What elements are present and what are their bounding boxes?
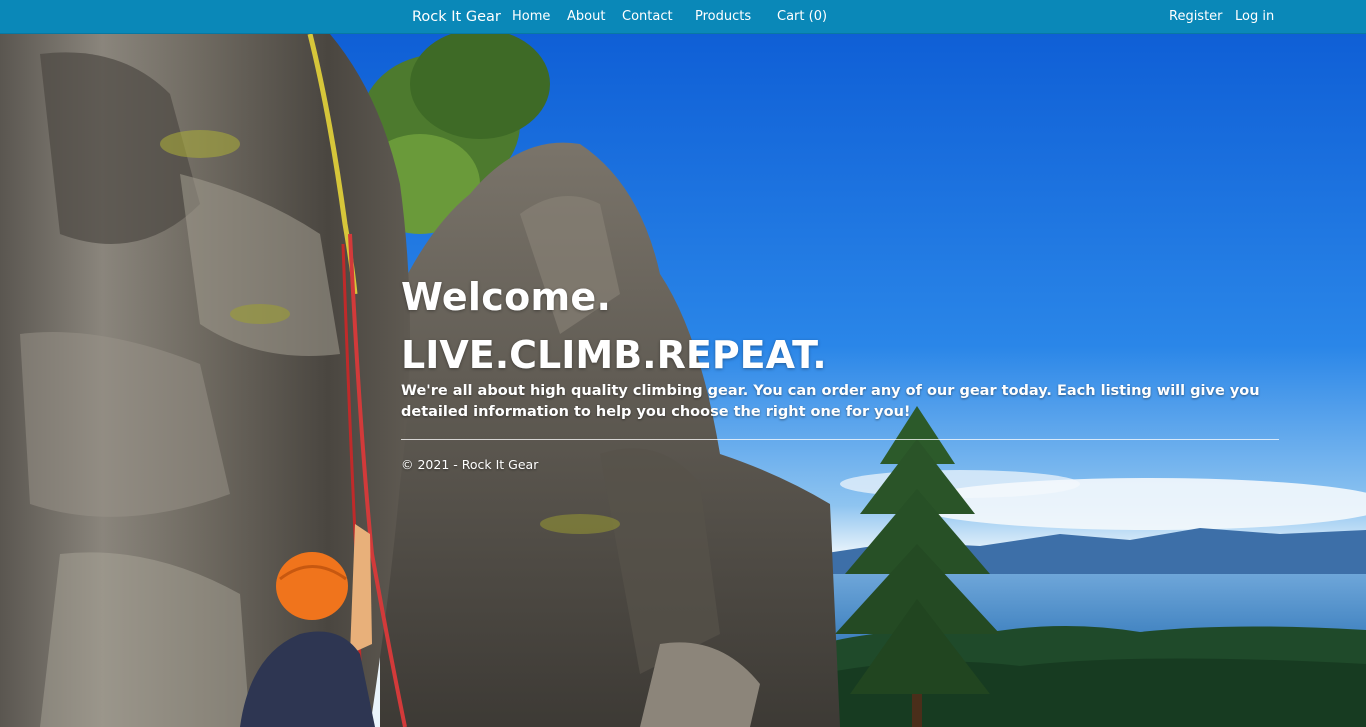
nav-about-link[interactable]: About xyxy=(567,0,605,34)
nav-contact-link[interactable]: Contact xyxy=(622,0,673,34)
footer-copyright: © 2021 - Rock It Gear xyxy=(401,457,539,472)
tagline-heading: LIVE.CLIMB.REPEAT. xyxy=(401,333,827,377)
nav-register-link[interactable]: Register xyxy=(1169,0,1223,34)
nav-login-link[interactable]: Log in xyxy=(1235,0,1274,34)
welcome-heading: Welcome. xyxy=(401,275,612,319)
hero-content: Welcome. LIVE.CLIMB.REPEAT. We're all ab… xyxy=(401,272,1281,473)
nav-home-link[interactable]: Home xyxy=(512,0,550,34)
nav-cart-link[interactable]: Cart (0) xyxy=(777,0,827,34)
hero-description: We're all about high quality climbing ge… xyxy=(401,383,1260,420)
footer-divider xyxy=(401,439,1279,440)
nav-products-link[interactable]: Products xyxy=(695,0,751,34)
brand-link[interactable]: Rock It Gear xyxy=(412,0,501,34)
navbar: Rock It Gear Home About Contact Products… xyxy=(0,0,1366,34)
